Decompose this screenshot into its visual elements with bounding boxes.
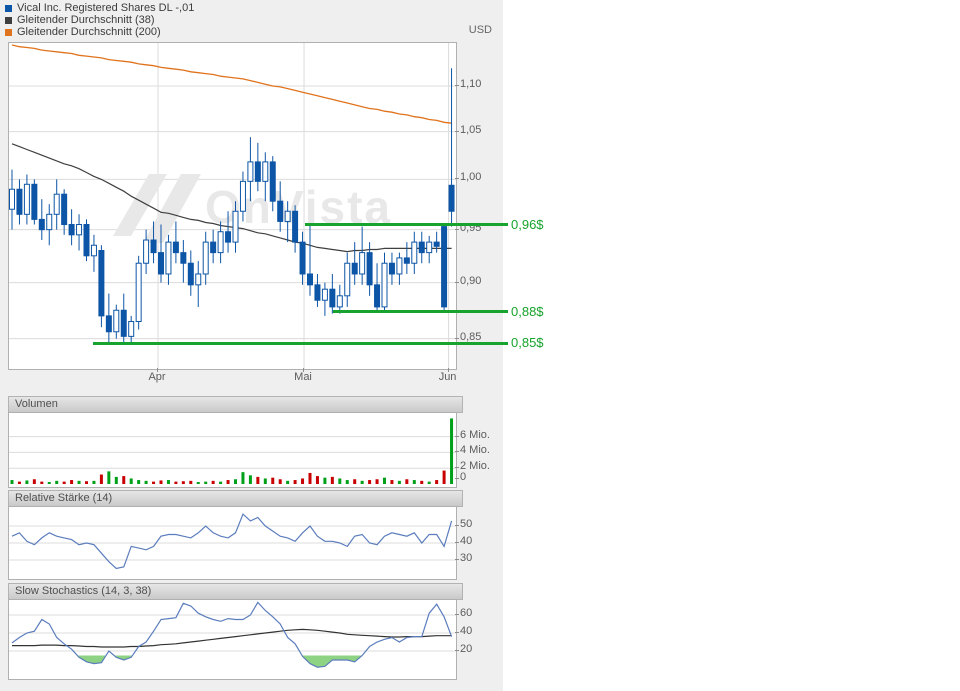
stochastics-k-line — [12, 602, 452, 667]
stochastics-chart-svg — [9, 600, 456, 679]
legend-item-ma38: Gleitender Durchschnitt (38) — [5, 14, 194, 26]
price-tick-mark — [455, 229, 459, 230]
legend-ma38-label: Gleitender Durchschnitt (38) — [17, 14, 155, 26]
ma38-swatch-icon — [5, 17, 12, 24]
month-axis-label: Apr — [140, 371, 174, 383]
support-line-label: 0,96$ — [511, 217, 544, 233]
legend-instrument-label: Vical Inc. Registered Shares DL -,01 — [17, 2, 194, 14]
stochastics-panel-plot — [8, 599, 457, 680]
support-line-label: 0,88$ — [511, 304, 544, 320]
volume-tick-label: 4 Mio. — [460, 444, 490, 457]
month-axis-label: Jun — [431, 371, 465, 383]
rsi-panel-header: Relative Stärke (14) — [8, 490, 463, 507]
month-tick-mark — [448, 368, 449, 372]
stochastics-tick-mark — [455, 632, 459, 633]
legend-ma200-label: Gleitender Durchschnitt (200) — [17, 26, 161, 38]
stochastics-tick-label: 40 — [460, 625, 472, 638]
support-line — [305, 223, 508, 226]
ma200-line — [12, 45, 452, 123]
support-line-label: 0,85$ — [511, 335, 544, 351]
volume-tick-mark — [455, 436, 459, 437]
onvista-watermark — [113, 174, 201, 243]
price-tick-mark — [455, 178, 459, 179]
stochastics-signal-line — [12, 629, 452, 647]
price-tick-label: 1,05 — [460, 124, 481, 137]
month-tick-mark — [157, 368, 158, 372]
price-chart-plot: OnVista — [8, 42, 457, 370]
month-tick-mark — [303, 368, 304, 372]
volume-panel-plot — [8, 412, 457, 488]
volume-tick-label: 6 Mio. — [460, 429, 490, 442]
volume-panel-header: Volumen — [8, 396, 463, 413]
rsi-tick-label: 50 — [460, 518, 472, 531]
rsi-tick-mark — [455, 542, 459, 543]
onvista-chart-page: Vical Inc. Registered Shares DL -,01 Gle… — [0, 0, 960, 691]
support-line — [93, 342, 508, 345]
price-tick-label: 1,00 — [460, 171, 481, 184]
volume-tick-mark — [455, 451, 459, 452]
rsi-chart-svg — [9, 507, 456, 579]
ma200-swatch-icon — [5, 29, 12, 36]
support-line — [333, 310, 508, 313]
price-tick-mark — [455, 338, 459, 339]
stochastics-tick-label: 60 — [460, 607, 472, 620]
price-tick-label: 0,90 — [460, 275, 481, 288]
legend-item-ma200: Gleitender Durchschnitt (200) — [5, 26, 194, 38]
rsi-tick-mark — [455, 559, 459, 560]
price-tick-mark — [455, 131, 459, 132]
volume-bars — [11, 418, 454, 484]
volume-tick-mark — [455, 467, 459, 468]
stochastics-panel-header: Slow Stochastics (14, 3, 38) — [8, 583, 463, 600]
price-tick-mark — [455, 85, 459, 86]
stochastics-tick-mark — [455, 650, 459, 651]
month-axis-label: Mai — [286, 371, 320, 383]
instrument-swatch-icon — [5, 5, 12, 12]
legend-item-instrument: Vical Inc. Registered Shares DL -,01 — [5, 2, 194, 14]
rsi-panel-plot — [8, 506, 457, 580]
price-tick-label: 1,10 — [460, 78, 481, 91]
rsi-tick-label: 30 — [460, 552, 472, 565]
volume-tick-label: 0 — [460, 471, 466, 484]
price-chart-svg: OnVista — [9, 43, 456, 369]
stochastics-tick-mark — [455, 614, 459, 615]
volume-chart-svg — [9, 413, 456, 487]
price-tick-mark — [455, 282, 459, 283]
currency-axis-label: USD — [440, 24, 492, 36]
chart-legend: Vical Inc. Registered Shares DL -,01 Gle… — [5, 2, 194, 38]
stochastics-tick-label: 20 — [460, 643, 472, 656]
volume-tick-mark — [455, 478, 459, 479]
rsi-tick-label: 40 — [460, 535, 472, 548]
rsi-tick-mark — [455, 525, 459, 526]
stochastics-oversold-fill — [12, 600, 452, 667]
